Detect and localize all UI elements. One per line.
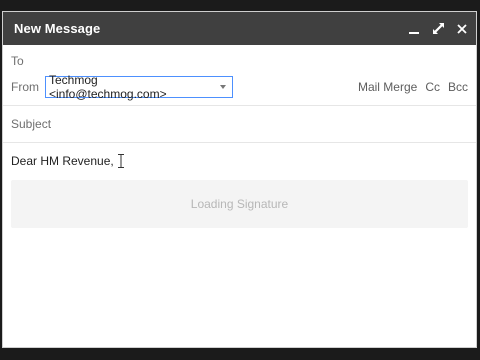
signature-status: Loading Signature: [190, 197, 289, 211]
body-text: Dear HM Revenue,: [11, 154, 114, 168]
to-label: To: [11, 53, 24, 68]
from-label: From: [11, 79, 39, 94]
message-body[interactable]: Dear HM Revenue, Loading Signature: [3, 143, 476, 228]
expand-icon[interactable]: [432, 23, 444, 35]
body-text-line: Dear HM Revenue,: [11, 152, 468, 170]
recipient-actions: Mail Merge Cc Bcc: [358, 80, 468, 94]
chevron-down-icon: [220, 84, 226, 89]
close-icon[interactable]: [456, 23, 468, 35]
from-group: From Techmog <info@techmog.com>: [11, 72, 233, 101]
subject-field[interactable]: Subject: [3, 106, 476, 143]
compose-titlebar[interactable]: New Message: [3, 12, 476, 45]
cc-link[interactable]: Cc: [425, 80, 440, 94]
to-field[interactable]: To: [3, 47, 476, 74]
compose-window: New Message To From Techmog <info@techmo…: [2, 11, 477, 348]
compose-title: New Message: [14, 21, 101, 36]
from-row: From Techmog <info@techmog.com> Mail Mer…: [3, 72, 476, 106]
minimize-icon[interactable]: [408, 23, 420, 35]
subject-placeholder: Subject: [11, 117, 52, 131]
bcc-link[interactable]: Bcc: [448, 80, 468, 94]
text-cursor-icon: [117, 154, 124, 168]
from-value: Techmog <info@techmog.com>: [49, 72, 167, 101]
window-controls: [408, 23, 468, 35]
from-select[interactable]: Techmog <info@techmog.com>: [45, 72, 233, 101]
signature-placeholder: Loading Signature: [11, 180, 468, 228]
mail-merge-link[interactable]: Mail Merge: [358, 80, 417, 94]
